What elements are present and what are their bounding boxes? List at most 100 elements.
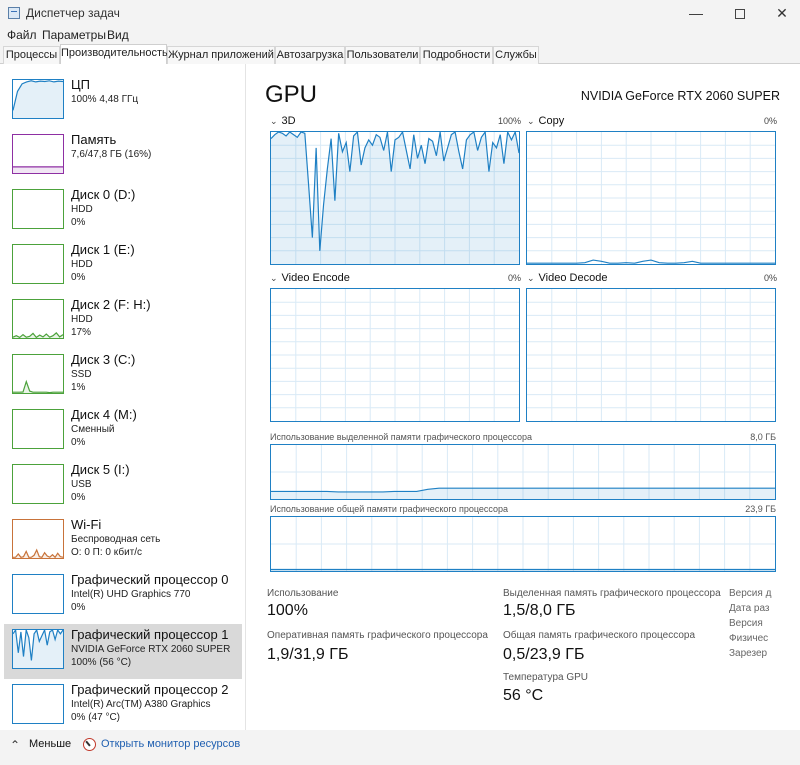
disk-thumbnail-graph: [12, 464, 64, 504]
engine-copy-svg: [527, 132, 775, 264]
physical-location-label: Физичес: [729, 633, 769, 644]
gpu1-thumbnail-svg: [13, 630, 63, 668]
tab-details[interactable]: Подробности: [420, 46, 493, 64]
sidebar-item-gpu-0[interactable]: Графический процессор 0 Intel(R) UHD Gra…: [4, 569, 242, 624]
sidebar-item-usage: 100% (56 °C): [71, 657, 132, 668]
sidebar-item-gpu-1[interactable]: Графический процессор 1 NVIDIA GeForce R…: [4, 624, 242, 679]
driver-date-label: Дата раз: [729, 603, 770, 614]
gpu-temperature-value: 56 °C: [503, 687, 544, 704]
driver-version-label: Версия д: [729, 588, 772, 599]
chevron-up-icon[interactable]: ⌃: [10, 738, 20, 752]
resource-sidebar: ЦП 100% 4,48 ГГц Память 7,6/47,8 ГБ (16%…: [0, 64, 246, 730]
gpu-temperature-label: Температура GPU: [503, 672, 589, 683]
engine-label: Video Decode: [538, 272, 608, 284]
maximize-button[interactable]: [718, 0, 762, 26]
sidebar-item-usage: 0%: [71, 217, 86, 228]
sidebar-item-cpu[interactable]: ЦП 100% 4,48 ГГц: [4, 74, 242, 129]
sidebar-item-type: Беспроводная сеть: [71, 534, 161, 545]
sidebar-item-disk-2[interactable]: Диск 2 (F: H:) HDD 17%: [4, 294, 242, 349]
sidebar-item-name: Графический процессор 2: [71, 682, 229, 697]
engine-label: Video Encode: [281, 272, 350, 284]
engine-video-decode-svg: [527, 289, 775, 421]
gpu-thumbnail-graph: [12, 629, 64, 669]
shared-memory-graph: [270, 516, 776, 572]
resource-monitor-icon: [83, 738, 96, 751]
tab-services[interactable]: Службы: [493, 46, 539, 64]
engine-label: Copy: [538, 115, 565, 127]
tab-bar: Процессы Производительность Журнал прило…: [0, 44, 800, 65]
engine-max-label: 0%: [507, 273, 521, 283]
dedicated-memory-label: Использование выделенной памяти графичес…: [270, 432, 532, 442]
tab-performance[interactable]: Производительность: [60, 44, 168, 65]
shared-memory-svg: [271, 517, 775, 571]
sidebar-item-name: Диск 4 (M:): [71, 407, 137, 422]
task-manager-icon: [8, 7, 20, 19]
hardware-reserved-label: Зарезер: [729, 648, 768, 659]
sidebar-item-name: Диск 1 (E:): [71, 242, 135, 257]
engine-copy-selector[interactable]: ⌄ Copy: [527, 115, 564, 127]
sidebar-item-type: Сменный: [71, 424, 115, 435]
sidebar-item-type: HDD: [71, 314, 93, 325]
performance-panel: ЦП 100% 4,48 ГГц Память 7,6/47,8 ГБ (16%…: [0, 64, 800, 730]
sidebar-item-type: USB: [71, 479, 92, 490]
sidebar-item-type: HDD: [71, 259, 93, 270]
tab-users[interactable]: Пользователи: [345, 46, 420, 64]
sidebar-item-detail: 7,6/47,8 ГБ (16%): [71, 149, 152, 160]
minimize-button[interactable]: —: [674, 0, 718, 26]
chevron-down-icon: ⌄: [527, 116, 535, 126]
sidebar-item-usage: 0% (47 °C): [71, 712, 121, 723]
dedicated-memory-max: 8,0 ГБ: [750, 432, 776, 442]
dedicated-memory-stat-value: 1,5/8,0 ГБ: [503, 602, 576, 619]
open-resource-monitor-link[interactable]: Открыть монитор ресурсов: [101, 738, 240, 750]
sidebar-item-usage: 1%: [71, 382, 86, 393]
sidebar-item-usage: 0%: [71, 602, 86, 613]
close-button[interactable]: ✕: [760, 0, 800, 26]
sidebar-item-memory[interactable]: Память 7,6/47,8 ГБ (16%): [4, 129, 242, 184]
sidebar-item-name: Wi-Fi: [71, 517, 102, 532]
wifi-thumbnail-svg: [13, 548, 63, 558]
menu-options[interactable]: Параметры: [42, 28, 106, 42]
sidebar-item-usage: 0%: [71, 272, 86, 283]
sidebar-item-disk-1[interactable]: Диск 1 (E:) HDD 0%: [4, 239, 242, 294]
maximize-icon: [735, 9, 745, 20]
menu-file[interactable]: Файл: [7, 28, 37, 42]
tab-processes[interactable]: Процессы: [3, 46, 60, 64]
gpu-thumbnail-graph: [12, 574, 64, 614]
shared-memory-stat-value: 0,5/23,9 ГБ: [503, 646, 585, 663]
fewer-details-button[interactable]: Меньше: [29, 738, 71, 750]
sidebar-item-name: Память: [71, 132, 117, 147]
engine-3d-selector[interactable]: ⌄ 3D: [270, 115, 296, 127]
utilization-label: Использование: [267, 588, 339, 599]
sidebar-item-model: NVIDIA GeForce RTX 2060 SUPER: [71, 644, 231, 655]
sidebar-item-name: Диск 2 (F: H:): [71, 297, 151, 312]
chevron-down-icon: ⌄: [527, 273, 535, 283]
sidebar-item-disk-3[interactable]: Диск 3 (C:) SSD 1%: [4, 349, 242, 404]
menu-view[interactable]: Вид: [107, 28, 129, 42]
sidebar-item-gpu-2[interactable]: Графический процессор 2 Intel(R) Arc(TM)…: [4, 679, 242, 734]
sidebar-item-disk-4[interactable]: Диск 4 (M:) Сменный 0%: [4, 404, 242, 459]
tab-startup[interactable]: Автозагрузка: [275, 46, 345, 64]
directx-version-label: Версия: [729, 618, 763, 629]
chevron-down-icon: ⌄: [270, 273, 278, 283]
engine-video-encode-graph: [270, 288, 520, 422]
sidebar-item-name: Диск 5 (I:): [71, 462, 130, 477]
engine-max-label: 100%: [497, 116, 521, 126]
tab-app-history[interactable]: Журнал приложений: [167, 46, 275, 64]
engine-max-label: 0%: [763, 273, 777, 283]
disk-thumbnail-graph: [12, 189, 64, 229]
disk2-thumbnail-svg: [13, 332, 63, 338]
title-bar: Диспетчер задач — ✕: [0, 0, 800, 26]
memory-thumbnail-graph: [12, 134, 64, 174]
engine-video-decode-selector[interactable]: ⌄ Video Decode: [527, 272, 607, 284]
engine-video-encode-selector[interactable]: ⌄ Video Encode: [270, 272, 350, 284]
sidebar-item-wifi[interactable]: Wi-Fi Беспроводная сеть О: 0 П: 0 кбит/с: [4, 514, 242, 569]
disk3-thumbnail-svg: [13, 379, 63, 393]
engine-copy-graph: [526, 131, 776, 265]
sidebar-item-usage: 0%: [71, 492, 86, 503]
sidebar-item-name: ЦП: [71, 77, 90, 92]
shared-memory-label: Использование общей памяти графического …: [270, 504, 509, 514]
sidebar-item-disk-0[interactable]: Диск 0 (D:) HDD 0%: [4, 184, 242, 239]
gpu-model-name: NVIDIA GeForce RTX 2060 SUPER: [580, 89, 780, 103]
sidebar-item-type: HDD: [71, 204, 93, 215]
sidebar-item-disk-5[interactable]: Диск 5 (I:) USB 0%: [4, 459, 242, 514]
